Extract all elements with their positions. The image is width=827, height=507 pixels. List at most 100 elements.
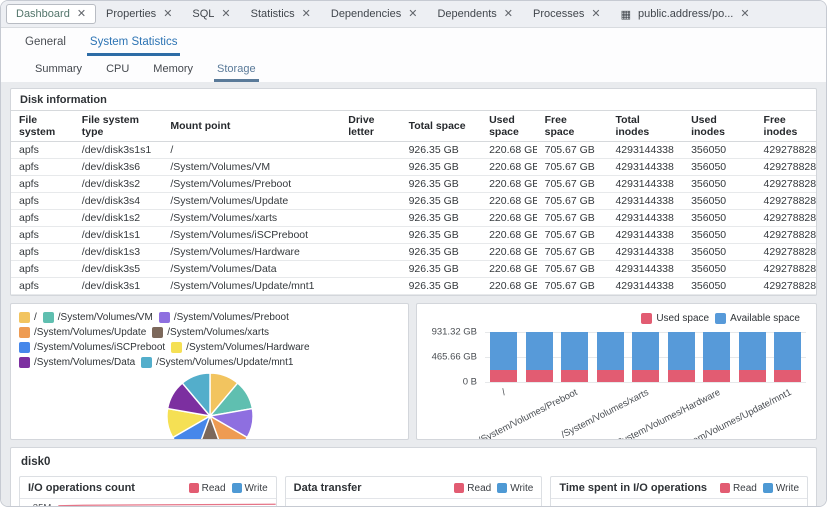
- legend-item: /System/Volumes/VM: [43, 310, 153, 325]
- bar-x-label: /System/Volumes/Update/mnt1: [672, 387, 793, 440]
- tab-label: SQL: [192, 8, 214, 20]
- column-header-total-inodes: Total inodes: [607, 111, 683, 142]
- legend-item: /System/Volumes/Data: [19, 355, 135, 370]
- tab-processes[interactable]: Processes✕: [523, 4, 611, 24]
- close-icon[interactable]: ✕: [77, 9, 86, 20]
- cell: [340, 261, 400, 278]
- chart-title: Time spent in I/O operations: [559, 482, 707, 494]
- pie-legend: //System/Volumes/VM/System/Volumes/Prebo…: [19, 310, 400, 370]
- cell: 4293144338: [607, 176, 683, 193]
- tab-dependents[interactable]: Dependents✕: [427, 4, 523, 24]
- bar-used-segment: [561, 370, 588, 382]
- legend-label: /System/Volumes/Data: [34, 355, 135, 370]
- cell: /System/Volumes/Hardware: [162, 244, 340, 261]
- legend-label: /System/Volumes/VM: [58, 310, 153, 325]
- cell: apfs: [11, 210, 74, 227]
- cell: 4292788288: [756, 261, 816, 278]
- close-icon[interactable]: ✕: [163, 9, 172, 20]
- cell: /System/Volumes/Update: [162, 193, 340, 210]
- close-icon[interactable]: ✕: [408, 9, 417, 20]
- column-header-mount-point: Mount point: [162, 111, 340, 142]
- close-icon[interactable]: ✕: [221, 9, 230, 20]
- series-line-read: [58, 504, 275, 505]
- storage-tab-cpu[interactable]: CPU: [103, 59, 132, 82]
- legend-swatch: [159, 312, 170, 323]
- chart-title: I/O operations count: [28, 482, 135, 494]
- legend-label: Used space: [656, 311, 709, 326]
- bar-system-volumes-vm: [526, 332, 553, 382]
- tab-sql[interactable]: SQL ✕: [182, 4, 240, 24]
- disk0-panel: disk0 I/O operations count Read Write 35M30…: [10, 447, 817, 507]
- cell: /dev/disk3s4: [74, 193, 163, 210]
- cell: apfs: [11, 142, 74, 159]
- legend-swatch: [763, 483, 773, 493]
- close-icon[interactable]: ✕: [504, 9, 513, 20]
- legend-item: /System/Volumes/Preboot: [159, 310, 289, 325]
- storage-tab-storage[interactable]: Storage: [214, 59, 259, 82]
- cell: 220.68 GB: [481, 142, 537, 159]
- disk-information-title: Disk information: [11, 89, 816, 110]
- cell: /dev/disk1s3: [74, 244, 163, 261]
- cell: /dev/disk3s1s1: [74, 142, 163, 159]
- chart-time-spent-in-i-o-operations: Time spent in I/O operationsReadWrite1.1…: [550, 476, 808, 507]
- cell: 926.35 GB: [401, 261, 481, 278]
- nav-tab-general[interactable]: General: [22, 31, 69, 56]
- legend-swatch: [232, 483, 242, 493]
- chart-header: Time spent in I/O operations Read Write: [551, 477, 807, 499]
- bar-used-segment: [774, 370, 801, 382]
- cell: 4293144338: [607, 261, 683, 278]
- cell: 220.68 GB: [481, 278, 537, 295]
- tab-statistics[interactable]: Statistics✕: [241, 4, 321, 24]
- close-icon[interactable]: ✕: [591, 9, 600, 20]
- bar-system-volumes-update-mnt1: [774, 332, 801, 382]
- chart-legend: Read Write: [714, 483, 799, 494]
- cell: /: [162, 142, 340, 159]
- bar-available-segment: [739, 332, 766, 370]
- cell: [340, 193, 400, 210]
- bar-chart-x-labels: //System/Volumes/Preboot/System/Volumes/…: [485, 382, 806, 440]
- legend-label: Read: [733, 483, 757, 494]
- storage-content: Disk information File systemFile system …: [1, 82, 826, 506]
- cell: apfs: [11, 244, 74, 261]
- tab-dashboard[interactable]: Dashboard✕: [6, 4, 96, 24]
- bar-available-segment: [597, 332, 624, 370]
- bar-x-label: /: [500, 387, 507, 398]
- bar-chart: 0 B465.66 GB931.32 GB //System/Volumes/P…: [427, 332, 806, 440]
- chart-plot-area: 35M30M: [20, 499, 276, 507]
- storage-tab-summary[interactable]: Summary: [32, 59, 85, 82]
- legend-swatch: [454, 483, 464, 493]
- legend-item: Available space: [715, 311, 800, 326]
- disk0-title: disk0: [21, 456, 808, 468]
- cell: [340, 210, 400, 227]
- cell: 926.35 GB: [401, 210, 481, 227]
- close-icon[interactable]: ✕: [740, 9, 749, 20]
- cell: 705.67 GB: [537, 142, 608, 159]
- cell: 4292788288: [756, 278, 816, 295]
- bar-used-segment: [668, 370, 695, 382]
- tab-dependencies[interactable]: Dependencies✕: [321, 4, 428, 24]
- cell: /System/Volumes/Data: [162, 261, 340, 278]
- storage-tab-memory[interactable]: Memory: [150, 59, 196, 82]
- nav-tab-system-statistics[interactable]: System Statistics: [87, 31, 181, 56]
- legend-swatch: [19, 327, 30, 338]
- cell: 4293144338: [607, 278, 683, 295]
- bar-system-volumes-xarts: [632, 332, 659, 382]
- legend-label: Read: [202, 483, 226, 494]
- cell: 4293144338: [607, 210, 683, 227]
- tab-public-address-po[interactable]: ▦public.address/po...✕: [611, 4, 760, 25]
- cell: /System/Volumes/iSCPreboot: [162, 227, 340, 244]
- pgadmin-window: Dashboard✕Properties✕SQL✕Statistics✕Depe…: [0, 0, 827, 507]
- cell: 4292788288: [756, 244, 816, 261]
- tab-properties[interactable]: Properties ✕: [96, 4, 182, 24]
- cell: 926.35 GB: [401, 142, 481, 159]
- legend-label: Write: [776, 483, 799, 494]
- legend-swatch: [19, 312, 30, 323]
- close-icon[interactable]: ✕: [302, 9, 311, 20]
- tab-label: Properties: [106, 8, 156, 20]
- bar-: [490, 332, 517, 382]
- chart-header: I/O operations countReadWrite: [20, 477, 276, 499]
- line-chart-svg: [20, 499, 276, 507]
- cell: apfs: [11, 159, 74, 176]
- cell: [340, 159, 400, 176]
- cell: 4293144338: [607, 244, 683, 261]
